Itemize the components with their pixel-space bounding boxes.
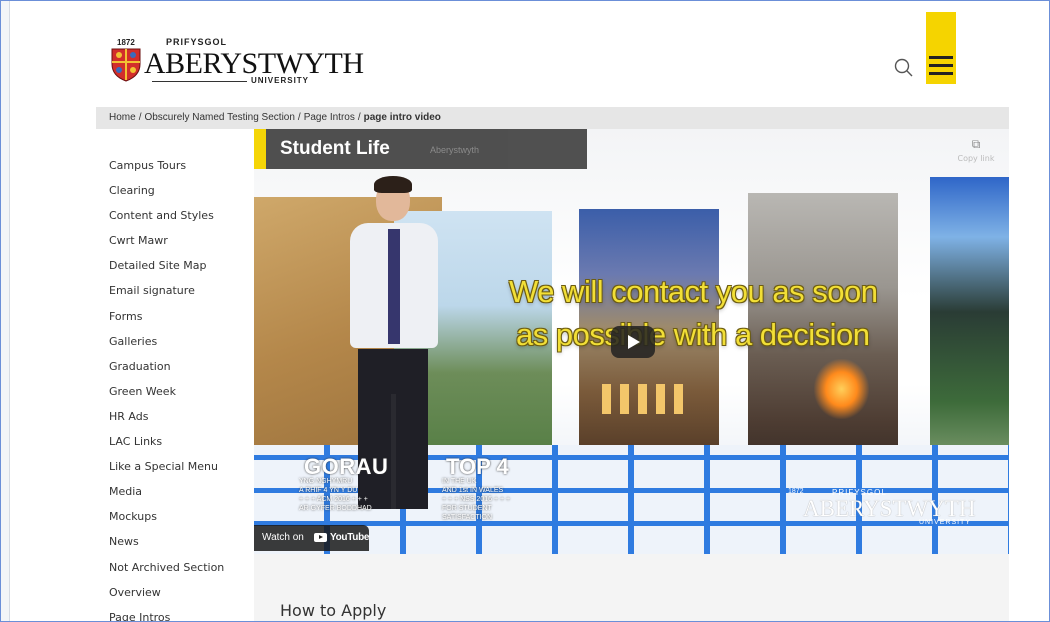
sidebar-item-email-signature[interactable]: Email signature <box>109 278 249 303</box>
breadcrumb: Home / Obscurely Named Testing Section / Pag… <box>109 112 441 123</box>
browser-left-edge <box>0 0 10 622</box>
logo-university: UNIVERSITY <box>251 76 310 85</box>
copy-icon: ⧉ <box>971 137 981 151</box>
badge-top4-line-1: IN THE UK <box>442 478 477 485</box>
crest-icon <box>111 48 141 82</box>
badge-gorau-line-1: YNG NGHYMRU <box>299 478 353 485</box>
sidebar-item-cwrt-mawr[interactable]: Cwrt Mawr <box>109 228 249 253</box>
sidebar-item-green-week[interactable]: Green Week <box>109 379 249 404</box>
sidebar-item-detailed-site-map[interactable]: Detailed Site Map <box>109 253 249 278</box>
breadcrumb-testing-section[interactable]: Obscurely Named Testing Section <box>144 112 294 123</box>
badge-gorau-line-2: A RHIF 4 YN Y DU <box>299 487 358 494</box>
youtube-logo-icon <box>314 533 327 542</box>
video-caption-line-2: as possible with a decision <box>516 317 870 352</box>
breadcrumb-page-intros[interactable]: Page Intros <box>304 112 355 123</box>
search-button[interactable] <box>893 57 915 79</box>
badge-gorau-details: YNG NGHYMRU A RHIF 4 YN Y DU + + + ACM 2… <box>299 477 372 513</box>
breadcrumb-home[interactable]: Home <box>109 112 136 123</box>
video-caption-line-1: We will contact you as soon <box>509 274 878 309</box>
breadcrumb-separator: / <box>138 112 142 123</box>
badge-top4-line-4: FOR STUDENT <box>442 505 492 512</box>
youtube-wordmark: YouTube <box>330 532 370 543</box>
copy-link-label: Copy link <box>957 154 995 163</box>
badge-top4-line-3: + + + NSS 2016 + + + <box>442 496 511 503</box>
watermark-year: 1872 <box>788 488 804 495</box>
watch-on-label: Watch on <box>262 532 304 543</box>
copy-link-button[interactable]: ⧉ Copy link <box>954 137 998 171</box>
search-icon <box>894 58 913 77</box>
sidebar-nav: Campus Tours Clearing Content and Styles… <box>109 153 249 622</box>
youtube-video-player[interactable]: We will contact you as soon as possible … <box>254 129 1009 554</box>
play-button[interactable] <box>611 326 655 358</box>
sidebar-item-news[interactable]: News <box>109 529 249 554</box>
breadcrumb-separator: / <box>357 112 361 123</box>
sidebar-item-galleries[interactable]: Galleries <box>109 329 249 354</box>
video-panel-modern-building <box>930 177 1009 477</box>
video-title: Student Life <box>280 138 390 159</box>
badge-top4-details: IN THE UK AND 1st IN WALES + + + NSS 201… <box>442 477 510 522</box>
video-university-watermark: 1872 PRIFYSGOL ABERYSTWYTH UNIVERSITY <box>779 486 1009 530</box>
sidebar-item-mockups[interactable]: Mockups <box>109 504 249 529</box>
sidebar-item-lac-links[interactable]: LAC Links <box>109 429 249 454</box>
sidebar-item-like-a-special-menu[interactable]: Like a Special Menu <box>109 454 249 479</box>
sidebar-item-overview[interactable]: Overview <box>109 580 249 605</box>
sidebar-item-content-and-styles[interactable]: Content and Styles <box>109 203 249 228</box>
logo-prifysgol: PRIFYSGOL <box>166 37 228 47</box>
badge-top4-line-2: AND 1st IN WALES <box>442 487 504 494</box>
sidebar-item-media[interactable]: Media <box>109 479 249 504</box>
content-panel: How to Apply <box>254 554 1009 622</box>
video-lit-windows <box>602 384 692 444</box>
title-accent-stripe <box>254 129 266 169</box>
video-fire-glow <box>814 359 869 419</box>
sidebar-item-not-archived-section[interactable]: Not Archived Section <box>109 555 249 580</box>
badge-gorau-line-4: AR GYFER BODDHAD <box>299 505 372 512</box>
breadcrumb-separator: / <box>297 112 301 123</box>
video-title-bar[interactable]: Student Life Aberystwyth <box>254 129 587 169</box>
logo-year: 1872 <box>117 38 135 47</box>
breadcrumb-current: page intro video <box>363 112 441 123</box>
play-icon <box>628 335 640 349</box>
badge-gorau-line-3: + + + ACM 2016 + + + <box>299 496 368 503</box>
sidebar-item-campus-tours[interactable]: Campus Tours <box>109 153 249 178</box>
watch-on-youtube-button[interactable]: Watch on YouTube <box>254 525 370 551</box>
watermark-university: UNIVERSITY <box>919 519 972 526</box>
menu-button[interactable] <box>926 12 956 84</box>
logo-rule <box>152 81 247 82</box>
sidebar-item-graduation[interactable]: Graduation <box>109 354 249 379</box>
badge-top4-line-5: SATISFACTION <box>442 514 493 521</box>
section-heading-how-to-apply: How to Apply <box>280 601 387 620</box>
breadcrumb-bar: Home / Obscurely Named Testing Section / Pag… <box>96 107 1009 129</box>
sidebar-item-clearing[interactable]: Clearing <box>109 178 249 203</box>
sidebar-item-hr-ads[interactable]: HR Ads <box>109 404 249 429</box>
video-subtitle: Aberystwyth <box>430 145 480 155</box>
sidebar-item-page-intros[interactable]: Page Intros <box>109 605 249 622</box>
university-logo[interactable]: 1872 PRIFYSGOL ABERYSTWYTH UNIVERSITY <box>108 36 364 88</box>
hamburger-menu-icon <box>929 56 953 76</box>
sidebar-item-forms[interactable]: Forms <box>109 304 249 329</box>
